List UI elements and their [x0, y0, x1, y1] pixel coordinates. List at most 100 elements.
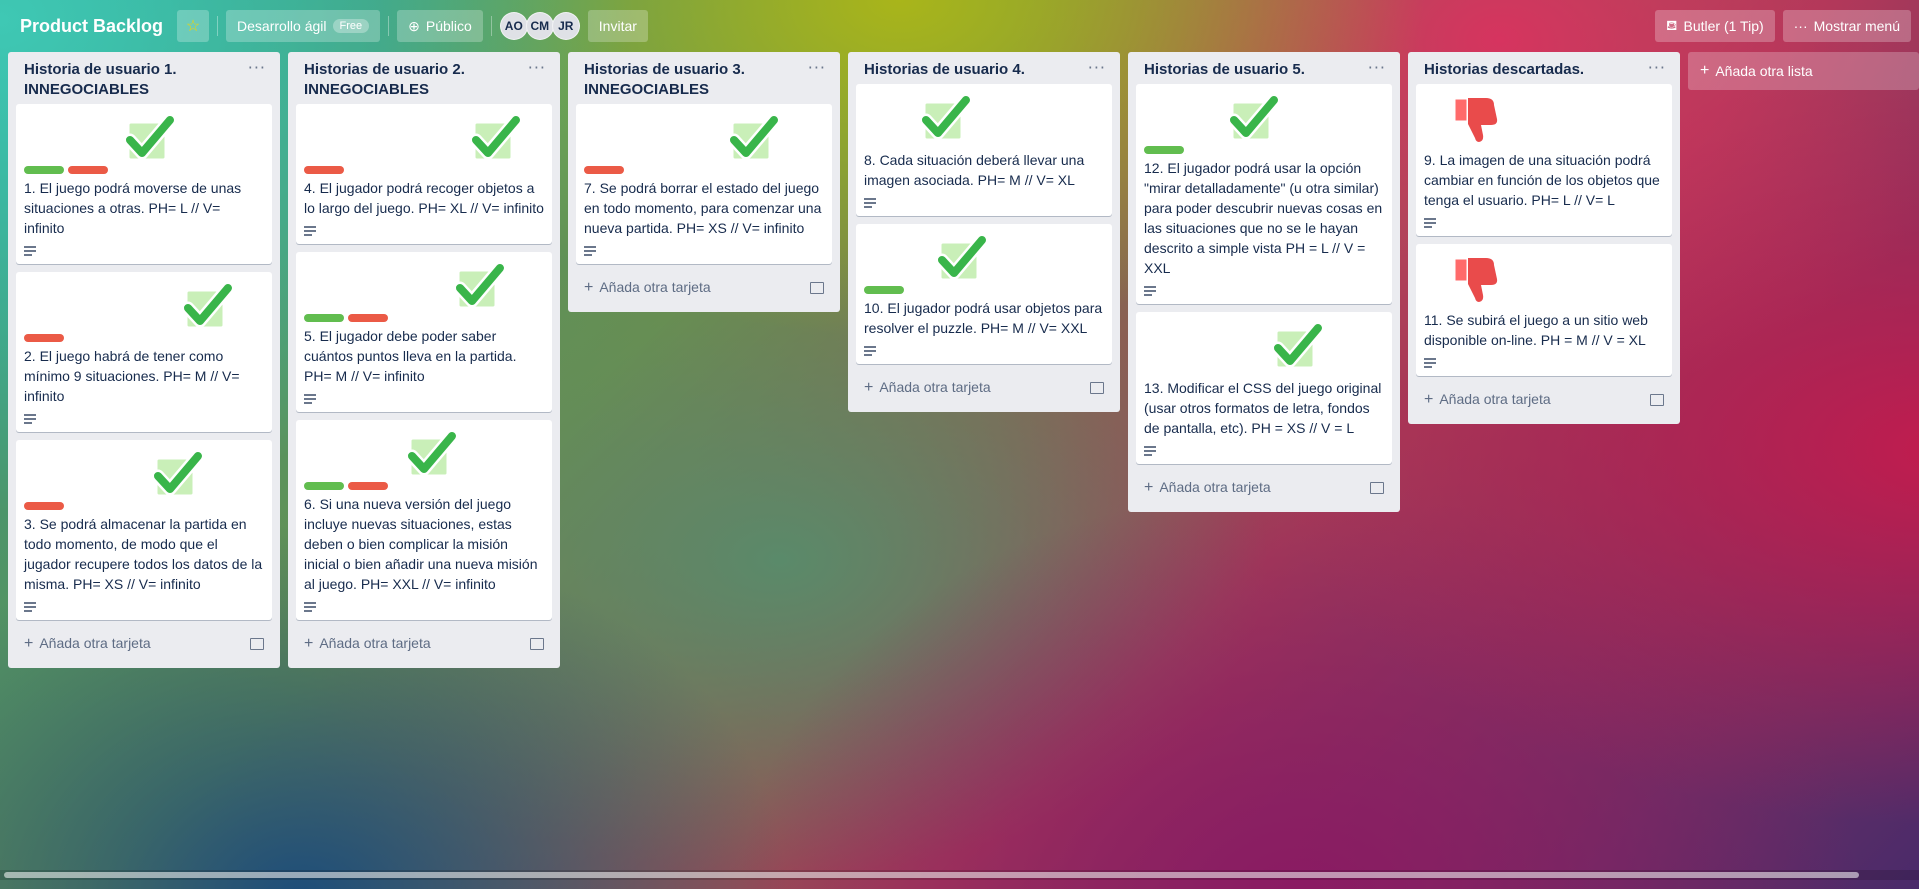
add-card-button[interactable]: + Añada otra tarjeta	[1416, 384, 1672, 416]
card[interactable]: 13. Modificar el CSS del juego original …	[1136, 312, 1392, 464]
check-sticker	[1224, 90, 1281, 146]
check-sticker	[916, 90, 973, 146]
card[interactable]: 5. El jugador debe poder saber cuántos p…	[296, 252, 552, 412]
add-list-button[interactable]: + Añada otra lista	[1688, 52, 1919, 90]
card[interactable]: 3. Se podrá almacenar la partida en todo…	[16, 440, 272, 620]
description-icon	[584, 246, 596, 256]
add-card-label: Añada otra tarjeta	[1439, 391, 1551, 407]
star-button[interactable]: ☆	[177, 10, 210, 42]
red-label[interactable]	[304, 166, 344, 174]
list: Historias descartadas. ··· 9. La imagen de…	[1408, 52, 1680, 424]
red-label[interactable]	[24, 334, 64, 342]
list-title[interactable]: Historias de usuario 3. INNEGOCIABLES	[584, 60, 796, 100]
card-title: 13. Modificar el CSS del juego original …	[1144, 380, 1382, 436]
card-title: 3. Se podrá almacenar la partida en todo…	[24, 516, 263, 592]
list-title[interactable]: Historias descartadas.	[1424, 60, 1636, 80]
card-sticker-area	[1144, 318, 1384, 374]
card-template-icon[interactable]	[810, 282, 824, 294]
card-template-icon[interactable]	[250, 638, 264, 650]
card[interactable]: 10. El jugador podrá usar objetos para r…	[856, 224, 1112, 364]
add-card-text: + Añada otra tarjeta	[24, 635, 151, 653]
card-sticker-area	[864, 230, 1104, 286]
team-button[interactable]: Desarrollo ágil Free	[226, 10, 381, 42]
red-label[interactable]	[584, 166, 624, 174]
card[interactable]: 6. Si una nueva versión del juego incluy…	[296, 420, 552, 620]
green-label[interactable]	[304, 314, 344, 322]
card-sticker-area	[1144, 90, 1384, 146]
board-title[interactable]: Product Backlog	[12, 12, 171, 41]
card-title: 2. El juego habrá de tener como mínimo 9…	[24, 348, 240, 404]
description-icon	[24, 246, 36, 256]
card[interactable]: 9. La imagen de una situación podrá camb…	[1416, 84, 1672, 236]
card-template-icon[interactable]	[1370, 482, 1384, 494]
avatar[interactable]: CM	[525, 12, 554, 40]
red-label[interactable]	[24, 502, 64, 510]
header-divider	[490, 16, 492, 36]
card[interactable]: 12. El jugador podrá usar la opción "mir…	[1136, 84, 1392, 304]
visibility-label: Público	[425, 18, 472, 34]
card[interactable]: 8. Cada situación deberá llevar una imag…	[856, 84, 1112, 216]
card-title: 9. La imagen de una situación podrá camb…	[1424, 152, 1660, 208]
butler-button[interactable]: ⛾ Butler (1 Tip)	[1655, 10, 1775, 42]
card[interactable]: 11. Se subirá el juego a un sitio web di…	[1416, 244, 1672, 376]
add-card-button[interactable]: + Añada otra tarjeta	[1136, 472, 1392, 504]
check-sticker	[178, 278, 235, 334]
avatar[interactable]: JR	[551, 12, 580, 40]
show-menu-label: Mostrar menú	[1813, 18, 1900, 34]
list-menu-icon[interactable]: ···	[808, 58, 826, 77]
show-menu-button[interactable]: ··· Mostrar menú	[1782, 10, 1911, 42]
card-title: 6. Si una nueva versión del juego incluy…	[304, 496, 538, 592]
card-sticker-area	[584, 110, 824, 166]
green-label[interactable]	[24, 166, 64, 174]
list-header: Historias de usuario 2. INNEGOCIABLES ···	[296, 52, 552, 104]
list-menu-icon[interactable]: ···	[248, 58, 266, 77]
check-sticker	[1268, 318, 1325, 374]
add-card-button[interactable]: + Añada otra tarjeta	[296, 628, 552, 660]
list: Historia de usuario 1. INNEGOCIABLES ··· 1…	[8, 52, 280, 668]
card-template-icon[interactable]	[1650, 394, 1664, 406]
card[interactable]: 4. El jugador podrá recoger objetos a lo…	[296, 104, 552, 244]
add-card-button[interactable]: + Añada otra tarjeta	[856, 372, 1112, 404]
card[interactable]: 2. El juego habrá de tener como mínimo 9…	[16, 272, 272, 432]
list-menu-icon[interactable]: ···	[1088, 58, 1106, 77]
list-title[interactable]: Historias de usuario 5.	[1144, 60, 1356, 80]
list-title[interactable]: Historias de usuario 4.	[864, 60, 1076, 80]
member-avatars: AO CM JR	[499, 12, 580, 40]
card-template-icon[interactable]	[1090, 382, 1104, 394]
green-label[interactable]	[1144, 146, 1184, 154]
add-card-button[interactable]: + Añada otra tarjeta	[576, 272, 832, 304]
description-icon	[304, 394, 316, 404]
card-template-icon[interactable]	[530, 638, 544, 650]
list-title[interactable]: Historias de usuario 2. INNEGOCIABLES	[304, 60, 516, 100]
add-list-label: Añada otra lista	[1715, 63, 1813, 79]
list-menu-icon[interactable]: ···	[528, 58, 546, 77]
red-label[interactable]	[348, 314, 388, 322]
card-badges	[584, 244, 824, 258]
add-card-button[interactable]: + Añada otra tarjeta	[16, 628, 272, 660]
scrollbar-thumb[interactable]	[4, 872, 1859, 878]
invite-button[interactable]: Invitar	[587, 10, 648, 42]
list-menu-icon[interactable]: ···	[1368, 58, 1386, 77]
list: Historias de usuario 3. INNEGOCIABLES ···…	[568, 52, 840, 312]
check-sticker	[450, 258, 507, 314]
description-icon	[1424, 218, 1436, 228]
plus-icon: +	[304, 635, 314, 652]
horizontal-scrollbar[interactable]	[0, 870, 1919, 880]
butler-label: Butler (1 Tip)	[1683, 18, 1764, 34]
red-label[interactable]	[348, 482, 388, 490]
card-title: 12. El jugador podrá usar la opción "mir…	[1144, 160, 1383, 276]
list: Historias de usuario 5. ··· 12. El jugador…	[1128, 52, 1400, 512]
description-icon	[864, 346, 876, 356]
list-title[interactable]: Historia de usuario 1. INNEGOCIABLES	[24, 60, 236, 100]
list-header: Historias descartadas. ···	[1416, 52, 1672, 84]
visibility-button[interactable]: ⊕ Público	[397, 10, 483, 42]
card[interactable]: 1. El juego podrá moverse de unas situac…	[16, 104, 272, 264]
list-menu-icon[interactable]: ···	[1648, 58, 1666, 77]
card[interactable]: 7. Se podrá borrar el estado del juego e…	[576, 104, 832, 264]
card-labels	[24, 502, 264, 510]
green-label[interactable]	[304, 482, 344, 490]
avatar[interactable]: AO	[499, 12, 528, 40]
red-label[interactable]	[68, 166, 108, 174]
butler-icon: ⛾	[1666, 16, 1678, 33]
green-label[interactable]	[864, 286, 904, 294]
